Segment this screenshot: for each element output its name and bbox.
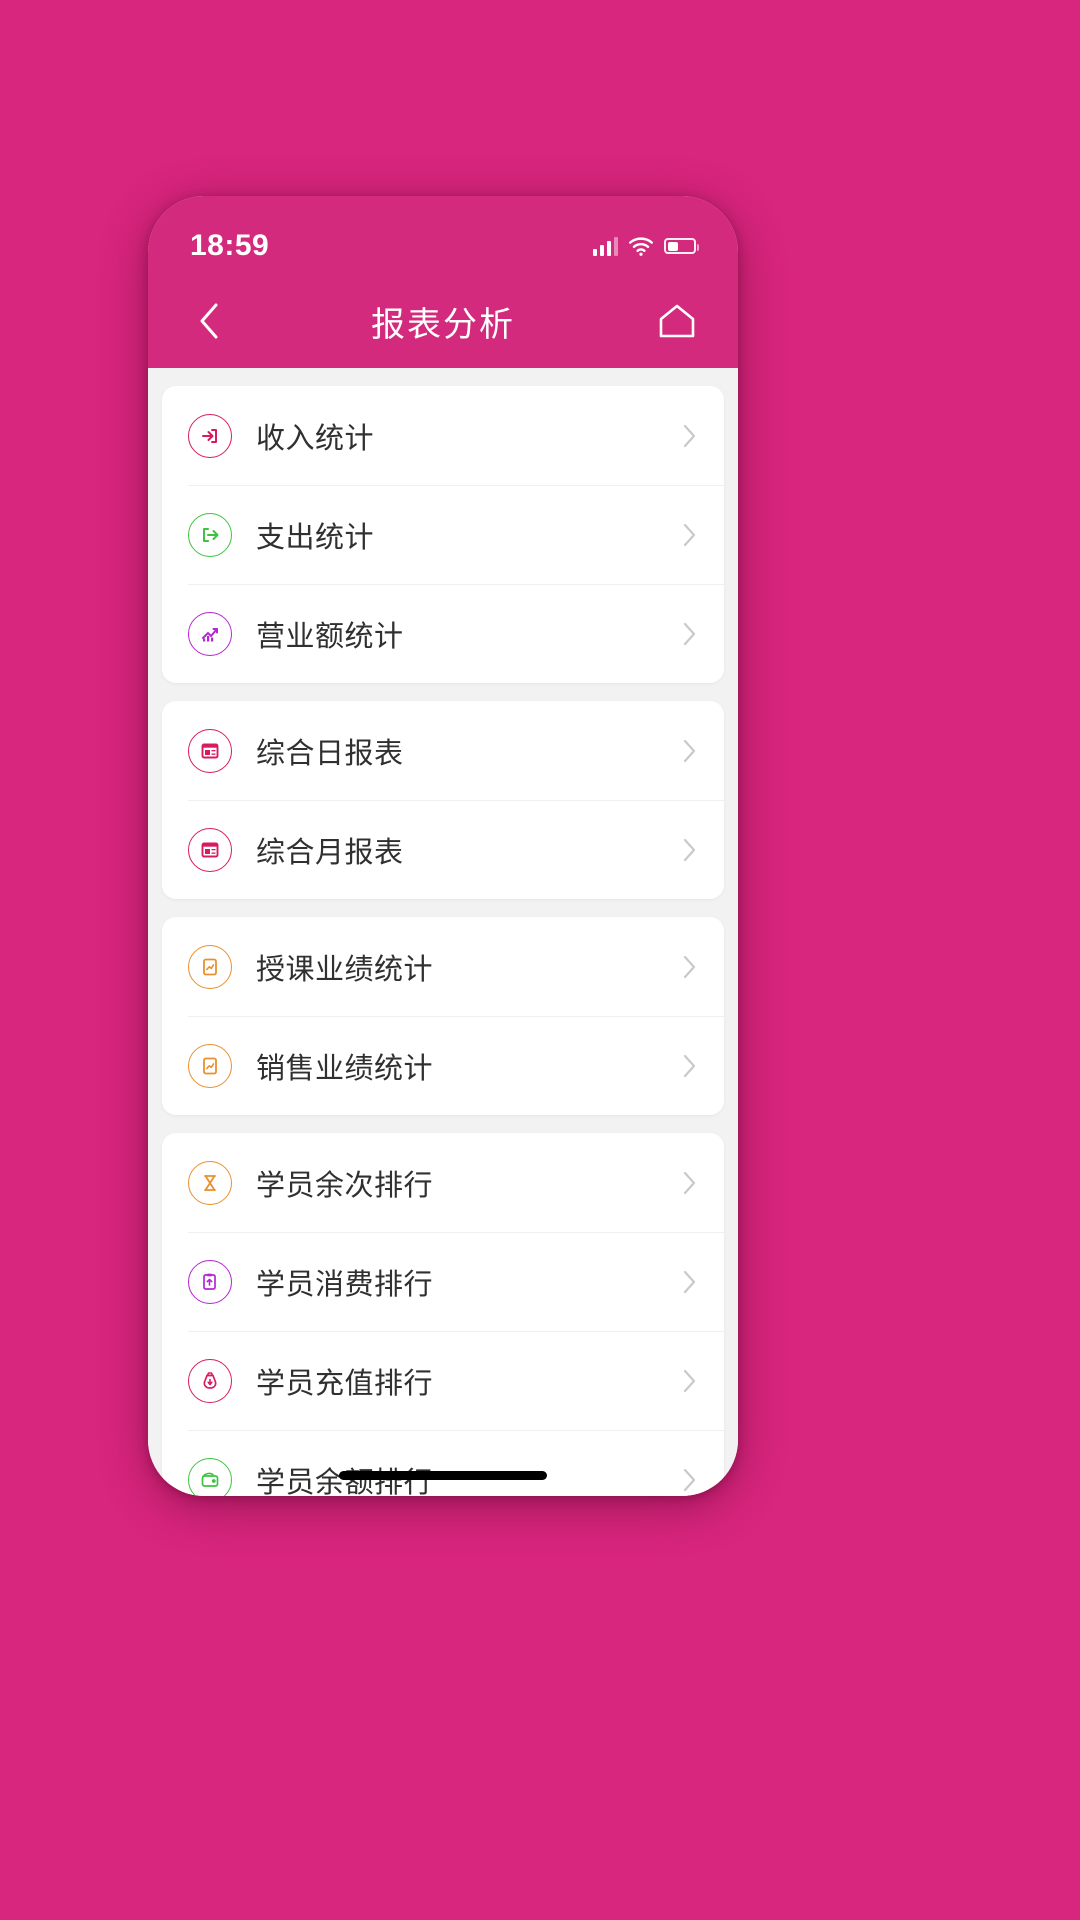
trend-chart-icon xyxy=(188,611,232,656)
list-item-label: 营业额统计 xyxy=(256,620,404,653)
list-item-student-remaining-sessions[interactable]: 学员余次排行 xyxy=(162,1133,724,1232)
hourglass-icon xyxy=(188,1160,232,1205)
chart-page-icon xyxy=(188,944,232,989)
chevron-right-icon xyxy=(683,622,696,646)
app-header: 18:59 报表分析 xyxy=(148,196,738,368)
chevron-right-icon xyxy=(683,1270,696,1294)
home-button[interactable] xyxy=(650,294,704,348)
chevron-right-icon xyxy=(683,955,696,979)
card-group-reports: 综合日报表 综合月报表 xyxy=(162,701,724,899)
money-bag-icon xyxy=(188,1358,232,1403)
list-item-turnover-statistics[interactable]: 营业额统计 xyxy=(162,584,724,683)
list-item-label: 授课业绩统计 xyxy=(256,953,434,986)
chevron-right-icon xyxy=(683,1171,696,1195)
list-item-daily-report[interactable]: 综合日报表 xyxy=(162,701,724,800)
list-item-student-recharge[interactable]: 学员充值排行 xyxy=(162,1331,724,1430)
list-item-label: 综合日报表 xyxy=(256,737,404,770)
chevron-right-icon xyxy=(683,838,696,862)
chevron-right-icon xyxy=(683,1054,696,1078)
list-item-income-statistics[interactable]: 收入统计 xyxy=(162,386,724,485)
battery-icon xyxy=(664,238,699,254)
chevron-right-icon xyxy=(683,1468,696,1492)
arrow-out-circle-icon xyxy=(188,512,232,557)
chevron-left-icon xyxy=(200,303,218,339)
wallet-icon xyxy=(188,1457,232,1496)
list-item-sales-performance[interactable]: 销售业绩统计 xyxy=(162,1016,724,1115)
signal-bars-icon xyxy=(592,236,618,256)
card-group-statistics: 收入统计 支出统计 营业额统计 xyxy=(162,386,724,683)
nav-bar: 报表分析 xyxy=(148,274,738,368)
chart-page-icon xyxy=(188,1043,232,1088)
report-list[interactable]: 收入统计 支出统计 营业额统计 综合日报表 综合月报表 授课业绩统计 销售业绩统… xyxy=(148,368,738,1496)
list-item-label: 学员余次排行 xyxy=(256,1169,434,1202)
phone-mockup: 18:59 报表分析 收入统计 支出统计 营业额统计 综合日报表 综合月报表 授… xyxy=(148,196,738,1496)
report-document-icon xyxy=(188,827,232,872)
back-button[interactable] xyxy=(182,294,236,348)
home-indicator[interactable] xyxy=(339,1471,547,1480)
home-icon xyxy=(659,304,695,338)
list-item-label: 支出统计 xyxy=(256,521,375,554)
list-item-label: 收入统计 xyxy=(256,422,375,455)
list-item-expense-statistics[interactable]: 支出统计 xyxy=(162,485,724,584)
clipboard-icon xyxy=(188,1259,232,1304)
card-group-student-rankings: 学员余次排行 学员消费排行 学员充值排行 学员余额排行 xyxy=(162,1133,724,1496)
status-bar: 18:59 xyxy=(148,196,738,274)
list-item-monthly-report[interactable]: 综合月报表 xyxy=(162,800,724,899)
list-item-label: 学员消费排行 xyxy=(256,1268,434,1301)
card-group-performance: 授课业绩统计 销售业绩统计 xyxy=(162,917,724,1115)
list-item-student-consumption[interactable]: 学员消费排行 xyxy=(162,1232,724,1331)
chevron-right-icon xyxy=(683,1369,696,1393)
chevron-right-icon xyxy=(683,523,696,547)
list-item-label: 学员充值排行 xyxy=(256,1367,434,1400)
list-item-student-balance[interactable]: 学员余额排行 xyxy=(162,1430,724,1496)
phone-screen: 18:59 报表分析 收入统计 支出统计 营业额统计 综合日报表 综合月报表 授… xyxy=(148,196,738,1496)
status-bar-icons xyxy=(592,236,699,256)
chevron-right-icon xyxy=(683,424,696,448)
chevron-right-icon xyxy=(683,739,696,763)
arrow-into-circle-icon xyxy=(188,413,232,458)
report-document-icon xyxy=(188,728,232,773)
list-item-label: 销售业绩统计 xyxy=(256,1052,434,1085)
list-item-teaching-performance[interactable]: 授课业绩统计 xyxy=(162,917,724,1016)
list-item-label: 综合月报表 xyxy=(256,836,404,869)
wifi-icon xyxy=(629,236,653,256)
status-bar-clock: 18:59 xyxy=(190,229,270,262)
